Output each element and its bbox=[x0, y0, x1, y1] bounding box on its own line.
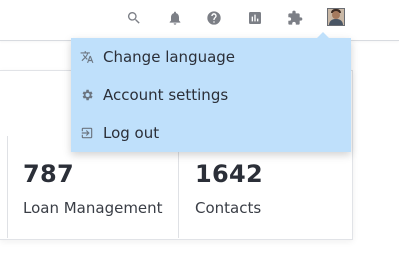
search-icon[interactable] bbox=[125, 9, 143, 27]
translate-icon bbox=[79, 49, 95, 65]
logout-icon bbox=[79, 125, 95, 141]
user-menu-dropdown: Change language Account settings Log out bbox=[71, 32, 351, 152]
help-icon[interactable] bbox=[205, 9, 223, 27]
menu-item-account-settings[interactable]: Account settings bbox=[71, 76, 351, 114]
user-avatar[interactable] bbox=[327, 8, 345, 26]
menu-item-log-out[interactable]: Log out bbox=[71, 114, 351, 152]
top-bar bbox=[0, 0, 399, 41]
stat-label-contacts: Contacts bbox=[195, 199, 262, 217]
stat-value-loan-management: 787 bbox=[23, 160, 74, 188]
stat-value-contacts: 1642 bbox=[195, 160, 263, 188]
puzzle-icon[interactable] bbox=[286, 9, 304, 27]
gear-icon bbox=[79, 87, 95, 103]
menu-item-label: Account settings bbox=[103, 86, 229, 104]
bell-icon[interactable] bbox=[166, 9, 184, 27]
menu-item-label: Change language bbox=[103, 48, 236, 66]
menu-item-label: Log out bbox=[103, 124, 160, 142]
avatar-face bbox=[332, 11, 340, 19]
menu-item-change-language[interactable]: Change language bbox=[71, 38, 351, 76]
bar-chart-icon[interactable] bbox=[246, 9, 264, 27]
stat-label-loan-management: Loan Management bbox=[23, 199, 163, 217]
card-divider bbox=[7, 136, 8, 238]
avatar-body bbox=[329, 19, 343, 25]
